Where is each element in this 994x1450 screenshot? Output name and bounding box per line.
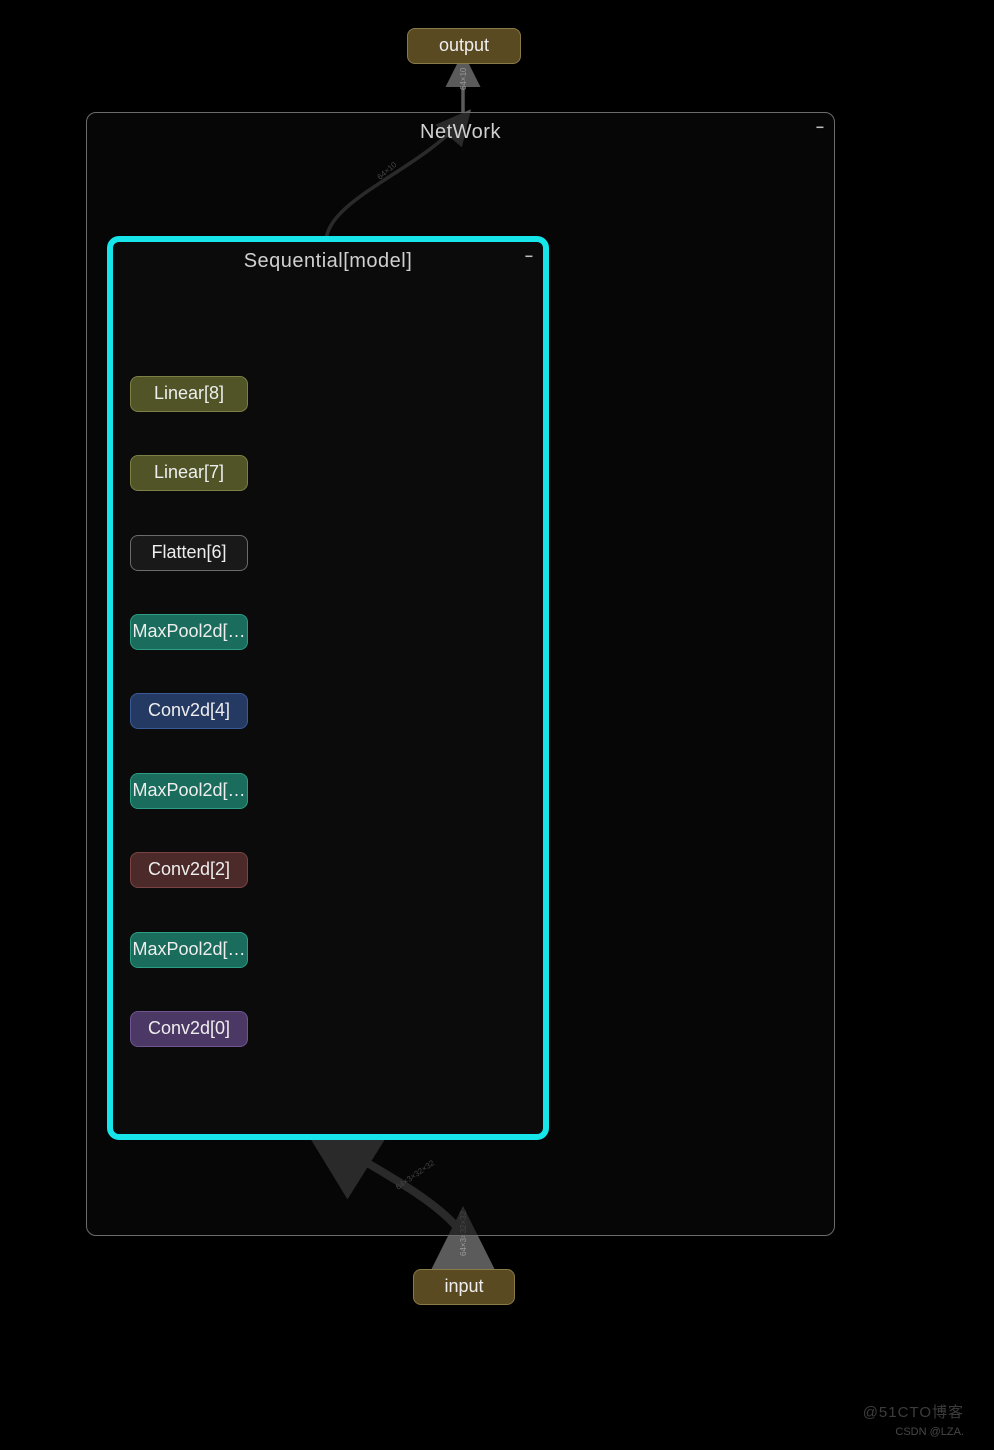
node-label: output	[439, 35, 489, 55]
node-output[interactable]: output	[407, 28, 521, 64]
node-conv2d-4[interactable]: Conv2d[4]	[130, 693, 248, 729]
node-maxpool2d-1[interactable]: MaxPool2d[…	[130, 932, 248, 968]
node-label: Conv2d[2]	[148, 859, 230, 879]
edge-label: 64×10	[459, 67, 468, 90]
node-label: input	[444, 1276, 483, 1296]
collapse-icon[interactable]: −	[525, 248, 533, 264]
node-maxpool2d-5[interactable]: MaxPool2d[…	[130, 614, 248, 650]
collapse-icon[interactable]: −	[816, 119, 824, 135]
node-input[interactable]: input	[413, 1269, 515, 1305]
node-label: Flatten[6]	[151, 542, 226, 562]
node-label: Linear[7]	[154, 462, 224, 482]
node-label: Conv2d[4]	[148, 700, 230, 720]
node-conv2d-2[interactable]: Conv2d[2]	[130, 852, 248, 888]
node-label: Linear[8]	[154, 383, 224, 403]
node-label: Conv2d[0]	[148, 1018, 230, 1038]
watermark-51cto: @51CTO博客	[863, 1401, 964, 1422]
node-maxpool2d-3[interactable]: MaxPool2d[…	[130, 773, 248, 809]
node-label: MaxPool2d[…	[132, 939, 245, 959]
panel-sequential-title: Sequential[model]	[113, 242, 543, 273]
node-linear-8[interactable]: Linear[8]	[130, 376, 248, 412]
panel-sequential[interactable]: Sequential[model] −	[107, 236, 549, 1140]
node-linear-7[interactable]: Linear[7]	[130, 455, 248, 491]
node-flatten-6[interactable]: Flatten[6]	[130, 535, 248, 571]
node-label: MaxPool2d[…	[132, 780, 245, 800]
node-conv2d-0[interactable]: Conv2d[0]	[130, 1011, 248, 1047]
node-label: MaxPool2d[…	[132, 621, 245, 641]
watermark-csdn: CSDN @LZA.	[895, 1426, 964, 1438]
panel-network-title: NetWork	[87, 113, 834, 144]
graph-canvas: 64×10 64×10 64×10 64×64 64×1024 64×64×4×…	[0, 0, 994, 1450]
